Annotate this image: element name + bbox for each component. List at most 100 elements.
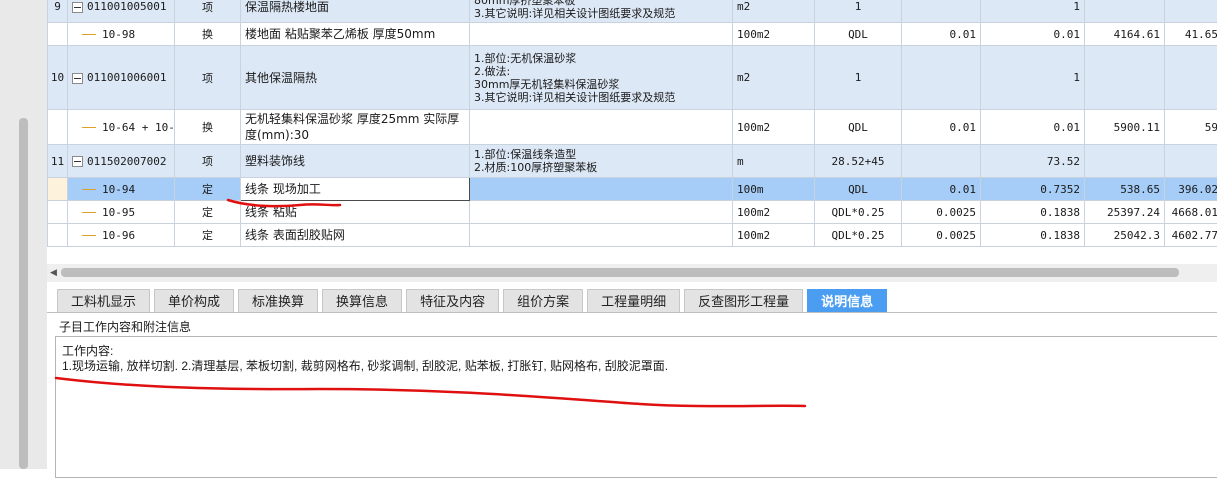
quota-row[interactable]: 10-64 + 10-65换无机轻集料保温砂浆 厚度25mm 实际厚度(mm):… <box>48 110 1217 145</box>
row-unit[interactable]: m <box>733 145 815 178</box>
row-unit-price[interactable]: 538.65 <box>1085 178 1165 201</box>
tab-1[interactable]: 工料机显示 <box>57 289 150 313</box>
row-total[interactable]: 396.02 <box>1165 178 1217 201</box>
row-coef[interactable]: 0.0025 <box>902 201 981 224</box>
note-textarea[interactable]: 工作内容: 1.现场运输, 放样切割. 2.清理基层, 苯板切割, 裁剪网格布,… <box>55 336 1217 478</box>
row-unit[interactable]: 100m2 <box>733 23 815 46</box>
row-coef[interactable]: 0.01 <box>902 110 981 145</box>
quota-row[interactable]: 10-96定线条 表面刮胶贴网 100m2QDL*0.250.00250.1838… <box>48 224 1217 247</box>
row-unit[interactable]: m2 <box>733 0 815 23</box>
row-qty[interactable]: 0.01 <box>981 23 1085 46</box>
row-features[interactable] <box>470 178 733 201</box>
horizontal-scrollbar[interactable]: ◀ <box>47 264 1217 282</box>
row-qty[interactable]: 73.52 <box>981 145 1085 178</box>
row-seq[interactable] <box>48 23 68 46</box>
arrow-left-icon[interactable]: ◀ <box>50 267 57 278</box>
row-unit-price[interactable]: 5900.11 <box>1085 110 1165 145</box>
row-features[interactable] <box>470 110 733 145</box>
row-unit-price[interactable] <box>1085 46 1165 110</box>
row-name[interactable]: 线条 表面刮胶贴网 <box>241 224 470 247</box>
row-code[interactable]: 10-95 <box>68 201 175 224</box>
row-qty[interactable]: 1 <box>981 0 1085 23</box>
row-seq[interactable] <box>48 110 68 145</box>
horizontal-scrollbar-thumb[interactable] <box>61 268 1179 277</box>
row-name[interactable]: 无机轻集料保温砂浆 厚度25mm 实际厚度(mm):30 <box>241 110 470 145</box>
row-expr[interactable]: 28.52+45 <box>815 145 902 178</box>
tab-3[interactable]: 标准换算 <box>238 289 318 313</box>
row-qty[interactable]: 0.1838 <box>981 224 1085 247</box>
row-name[interactable]: 楼地面 粘贴聚苯乙烯板 厚度50mm <box>241 23 470 46</box>
row-total[interactable]: 59 <box>1165 110 1217 145</box>
row-unit[interactable]: m2 <box>733 46 815 110</box>
row-coef[interactable]: 0.0025 <box>902 224 981 247</box>
row-unit-price[interactable]: 25397.24 <box>1085 201 1165 224</box>
row-type[interactable]: 项 <box>175 145 241 178</box>
row-expr[interactable]: QDL <box>815 178 902 201</box>
row-coef[interactable]: 0.01 <box>902 23 981 46</box>
row-unit-price[interactable]: 4164.61 <box>1085 23 1165 46</box>
row-unit[interactable]: 100m2 <box>733 201 815 224</box>
bill-item-row[interactable]: 11011502007002项塑料装饰线1.部位:保温线条造型2.材质:100厚… <box>48 145 1217 178</box>
row-name[interactable]: 线条 粘贴 <box>241 201 470 224</box>
row-expr[interactable]: QDL <box>815 23 902 46</box>
row-type[interactable]: 定 <box>175 178 241 201</box>
minus-box-icon[interactable] <box>72 73 83 84</box>
row-type[interactable]: 定 <box>175 224 241 247</box>
left-scrollbar[interactable] <box>0 0 47 469</box>
row-coef[interactable] <box>902 46 981 110</box>
row-qty[interactable]: 0.7352 <box>981 178 1085 201</box>
row-code[interactable]: 10-96 <box>68 224 175 247</box>
row-expr[interactable]: QDL <box>815 110 902 145</box>
minus-box-icon[interactable] <box>72 2 83 13</box>
row-features[interactable]: 80mm厚挤塑聚苯板3.其它说明:详见相关设计图纸要求及规范 <box>470 0 733 23</box>
row-total[interactable] <box>1165 145 1217 178</box>
row-seq[interactable]: 10 <box>48 46 68 110</box>
row-qty[interactable]: 0.01 <box>981 110 1085 145</box>
row-name[interactable]: 保温隔热楼地面 <box>241 0 470 23</box>
row-expr[interactable]: 1 <box>815 0 902 23</box>
row-seq[interactable] <box>48 201 68 224</box>
row-total[interactable]: 4668.01 <box>1165 201 1217 224</box>
tab-5[interactable]: 特征及内容 <box>406 289 499 313</box>
row-unit[interactable]: 100m <box>733 178 815 201</box>
quota-row[interactable]: 10-98换楼地面 粘贴聚苯乙烯板 厚度50mm100m2QDL0.010.01… <box>48 23 1217 46</box>
row-unit[interactable]: 100m2 <box>733 224 815 247</box>
row-total[interactable] <box>1165 46 1217 110</box>
tab-7[interactable]: 工程量明细 <box>587 289 680 313</box>
row-seq[interactable] <box>48 178 68 201</box>
row-qty[interactable]: 1 <box>981 46 1085 110</box>
row-unit[interactable]: 100m2 <box>733 110 815 145</box>
row-code[interactable]: 10-94 <box>68 178 175 201</box>
row-type[interactable]: 定 <box>175 201 241 224</box>
row-name[interactable]: 线条 现场加工 <box>241 178 470 201</box>
minus-box-icon[interactable] <box>72 156 83 167</box>
row-code[interactable]: 011001006001 <box>68 46 175 110</box>
row-type[interactable]: 换 <box>175 110 241 145</box>
row-features[interactable] <box>470 201 733 224</box>
row-code[interactable]: 10-98 <box>68 23 175 46</box>
row-unit-price[interactable]: 25042.3 <box>1085 224 1165 247</box>
row-name[interactable]: 其他保温隔热 <box>241 46 470 110</box>
tab-9[interactable]: 说明信息 <box>807 289 887 313</box>
left-scrollbar-thumb[interactable] <box>19 118 28 469</box>
row-type[interactable]: 项 <box>175 0 241 23</box>
row-total[interactable]: 4602.77 <box>1165 224 1217 247</box>
row-coef[interactable] <box>902 145 981 178</box>
tab-2[interactable]: 单价构成 <box>154 289 234 313</box>
row-name[interactable]: 塑料装饰线 <box>241 145 470 178</box>
row-seq[interactable]: 9 <box>48 0 68 23</box>
row-code[interactable]: 011001005001 <box>68 0 175 23</box>
row-features[interactable] <box>470 224 733 247</box>
row-seq[interactable] <box>48 224 68 247</box>
bill-item-row[interactable]: 9011001005001项保温隔热楼地面80mm厚挤塑聚苯板3.其它说明:详见… <box>48 0 1217 23</box>
row-total[interactable]: 41.65 <box>1165 23 1217 46</box>
tab-6[interactable]: 组价方案 <box>503 289 583 313</box>
row-total[interactable] <box>1165 0 1217 23</box>
row-type[interactable]: 项 <box>175 46 241 110</box>
bill-item-row[interactable]: 10011001006001项其他保温隔热1.部位:无机保温砂浆2.做法:30m… <box>48 46 1217 110</box>
row-unit-price[interactable] <box>1085 0 1165 23</box>
row-expr[interactable]: 1 <box>815 46 902 110</box>
row-unit-price[interactable] <box>1085 145 1165 178</box>
tab-4[interactable]: 换算信息 <box>322 289 402 313</box>
row-expr[interactable]: QDL*0.25 <box>815 224 902 247</box>
